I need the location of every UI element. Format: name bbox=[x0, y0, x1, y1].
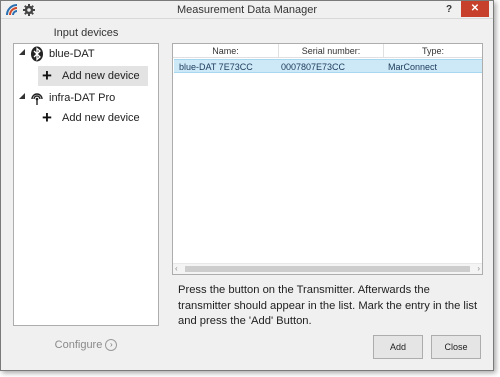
add-new-device-label: Add new device bbox=[62, 112, 140, 124]
add-new-device-label: Add new device bbox=[62, 70, 140, 82]
chevron-right-icon: › bbox=[105, 339, 118, 352]
add-button[interactable]: Add bbox=[373, 335, 423, 359]
device-list: Name: Serial number: Type: blue-DAT 7E73… bbox=[172, 43, 483, 275]
column-header-name[interactable]: Name: bbox=[173, 46, 278, 56]
measurement-data-manager-window: Measurement Data Manager ? ✕ Input devic… bbox=[0, 0, 494, 371]
bluetooth-icon bbox=[31, 46, 43, 62]
add-new-device-infra-dat-pro[interactable]: + Add new device bbox=[38, 108, 148, 128]
tree-node-blue-dat[interactable]: blue-DAT bbox=[14, 44, 158, 64]
infrared-antenna-icon bbox=[31, 93, 43, 105]
help-button[interactable]: ? bbox=[441, 2, 457, 17]
horizontal-scrollbar[interactable]: ‹ › bbox=[173, 263, 482, 274]
scroll-thumb[interactable] bbox=[185, 266, 470, 272]
title-bar: Measurement Data Manager ? ✕ bbox=[1, 1, 493, 19]
configure-label: Configure bbox=[54, 339, 103, 351]
column-header-type[interactable]: Type: bbox=[384, 46, 482, 56]
table-row[interactable]: blue-DAT 7E73CC 0007807E73CC MarConnect bbox=[174, 59, 482, 73]
list-header: Name: Serial number: Type: bbox=[173, 44, 482, 58]
plus-icon: + bbox=[42, 108, 52, 127]
add-new-device-blue-dat[interactable]: + Add new device bbox=[38, 66, 148, 86]
tree-node-infra-dat-pro[interactable]: infra-DAT Pro bbox=[14, 88, 158, 108]
window-close-button[interactable]: ✕ bbox=[461, 1, 489, 17]
device-tree: blue-DAT + Add new device infra-DAT Pro … bbox=[13, 43, 159, 326]
scroll-left-arrow-icon[interactable]: ‹ bbox=[175, 265, 183, 273]
column-header-serial[interactable]: Serial number: bbox=[279, 46, 383, 56]
cell-type: MarConnect bbox=[388, 62, 438, 72]
configure-button[interactable]: Configure › bbox=[13, 339, 159, 352]
input-devices-heading: Input devices bbox=[53, 27, 119, 39]
expanded-triangle-icon[interactable] bbox=[19, 49, 26, 56]
close-button[interactable]: Close bbox=[431, 335, 481, 359]
scroll-right-arrow-icon[interactable]: › bbox=[472, 265, 480, 273]
tree-node-label: infra-DAT Pro bbox=[49, 92, 116, 104]
plus-icon: + bbox=[42, 66, 52, 85]
tree-node-label: blue-DAT bbox=[49, 48, 95, 60]
cell-serial: 0007807E73CC bbox=[281, 62, 346, 72]
expanded-triangle-icon[interactable] bbox=[19, 93, 26, 100]
instructions-text: Press the button on the Transmitter. Aft… bbox=[178, 284, 478, 327]
cell-name: blue-DAT 7E73CC bbox=[179, 62, 253, 72]
window-title: Measurement Data Manager bbox=[176, 4, 317, 16]
